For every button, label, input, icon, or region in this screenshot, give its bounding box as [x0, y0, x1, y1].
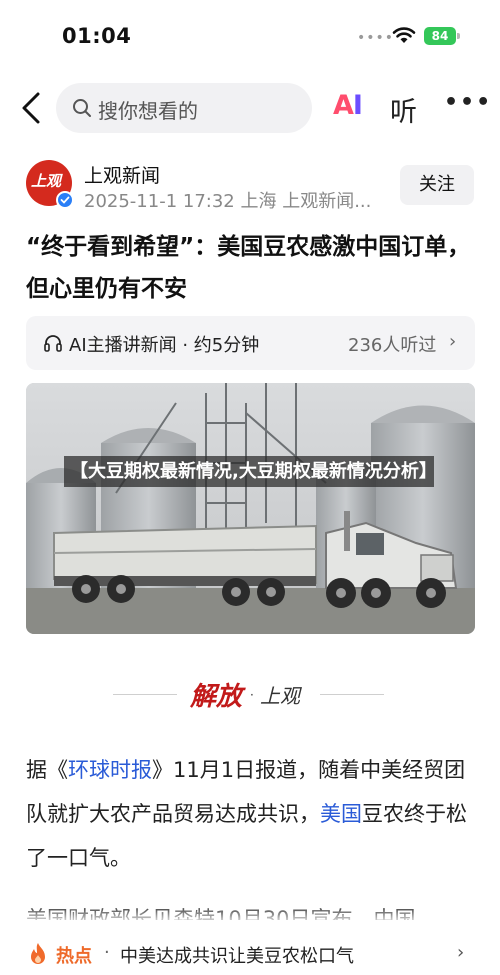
back-arrow-icon	[22, 92, 40, 124]
grain-truck-illustration	[26, 383, 475, 634]
back-button[interactable]	[18, 90, 48, 126]
shangguan-logo: 上观	[260, 684, 300, 708]
image-caption: 【大豆期权最新情况,大豆期权最新情况分析】	[64, 456, 437, 487]
top-nav: 搜你想看的 AI 听 •••	[0, 80, 500, 136]
follow-button[interactable]: 关注	[400, 165, 474, 205]
ai-button[interactable]: AI	[333, 90, 363, 121]
masthead: 解放 · 上观	[0, 668, 500, 718]
article-headline: “终于看到希望”：美国豆农感激中国订单，但心里仍有不安	[26, 234, 471, 302]
avatar-logo-text: 上观	[31, 172, 62, 190]
ai-news-player[interactable]: AI主播讲新闻 · 约5分钟 236人听过 ›	[26, 316, 475, 370]
masthead-dot: ·	[250, 688, 254, 702]
hot-topic-bar[interactable]: 热点 · 中美达成共识让美豆农松口气 ›	[0, 920, 500, 975]
battery-tip	[457, 33, 460, 39]
hot-separator: ·	[104, 942, 110, 963]
wifi-icon	[392, 26, 416, 44]
hot-label: 热点	[56, 946, 92, 967]
hot-topic-text: 中美达成共识让美豆农松口气	[120, 946, 354, 967]
headphone-icon	[44, 335, 62, 352]
status-bar: 01:04 •••• 84	[0, 0, 500, 72]
link-usa[interactable]: 美国	[320, 802, 362, 826]
search-placeholder: 搜你想看的	[98, 99, 198, 123]
author-row: 上观 上观新闻 2025-11-1 17:32 上海 上观新闻... 关注	[0, 160, 500, 216]
more-options-button[interactable]: •••	[444, 90, 492, 115]
battery-icon: 84	[424, 27, 456, 45]
article-image[interactable]: 【大豆期权最新情况,大豆期权最新情况分析】	[26, 383, 475, 634]
status-time: 01:04	[62, 24, 132, 48]
ai-news-label: AI主播讲新闻 · 约5分钟	[69, 335, 260, 356]
jiefang-logo: 解放	[190, 682, 243, 712]
search-icon	[73, 99, 91, 117]
chevron-right-icon: ›	[457, 942, 465, 963]
divider	[320, 694, 384, 695]
author-name[interactable]: 上观新闻	[84, 161, 160, 188]
divider	[113, 694, 177, 695]
link-huanqiu-shibao[interactable]: 环球时报	[68, 758, 152, 782]
paragraph-1: 据《环球时报》11月1日报道，随着中美经贸团队就扩大农产品贸易达成共识，美国豆农…	[26, 758, 467, 870]
search-input[interactable]: 搜你想看的	[56, 83, 312, 133]
ai-news-listen-count: 236人听过	[348, 335, 437, 356]
ai-label-a: A	[333, 90, 354, 121]
ai-label-i: I	[352, 90, 363, 121]
listen-button[interactable]: 听	[390, 90, 417, 129]
author-meta: 2025-11-1 17:32 上海 上观新闻...	[84, 191, 372, 212]
chevron-right-icon: ›	[449, 331, 457, 352]
verified-icon	[56, 191, 74, 209]
fire-icon	[31, 943, 45, 964]
cellular-signal-icon: ••••	[357, 30, 395, 46]
